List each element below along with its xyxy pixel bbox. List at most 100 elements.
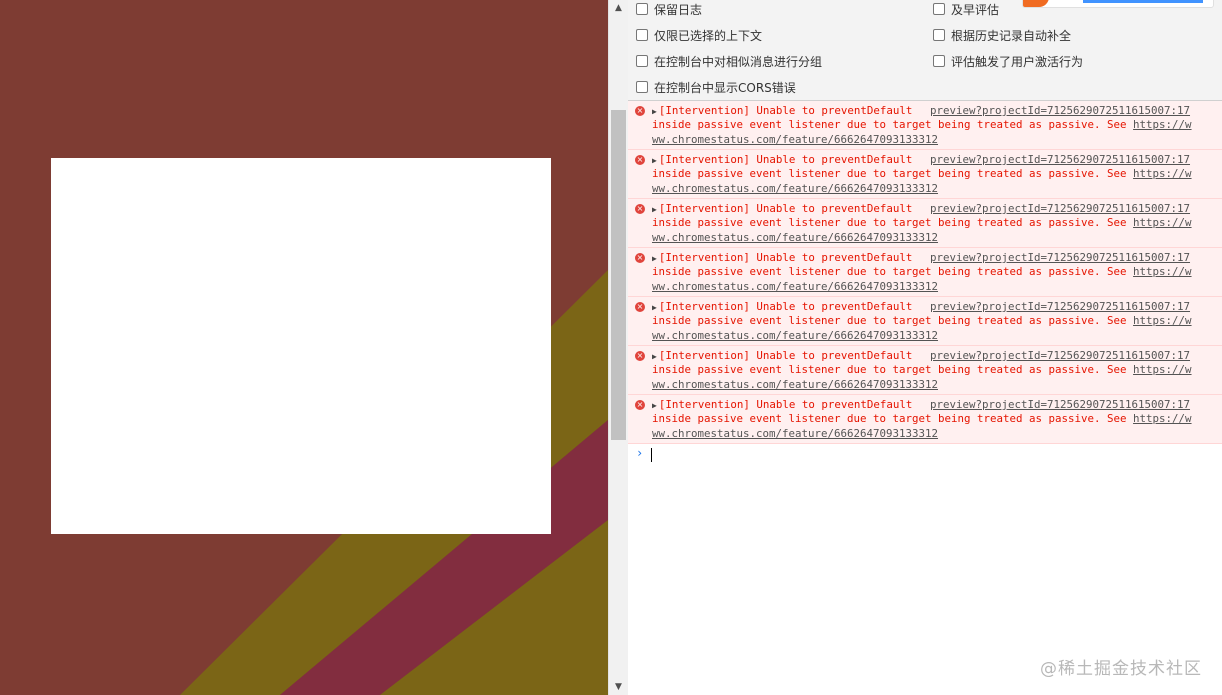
vertical-scrollbar[interactable]: ▲ ▼	[608, 0, 628, 695]
setting-label: 评估触发了用户激活行为	[951, 54, 1084, 69]
error-icon: ×	[635, 106, 645, 116]
message-line-2: inside passive event listener due to tar…	[652, 265, 1192, 279]
setting-label: 保留日志	[654, 2, 703, 17]
chromestatus-link-cont[interactable]: ww.chromestatus.com/feature/666264709313…	[652, 182, 938, 196]
message-title: [Intervention] Unable to preventDefault	[658, 251, 913, 264]
message-line-2: inside passive event listener due to tar…	[652, 314, 1192, 328]
message-line-1: ▶ [Intervention] Unable to preventDefault	[652, 398, 912, 413]
chromestatus-link[interactable]: https://w	[1133, 216, 1192, 229]
scroll-up-arrow-icon[interactable]: ▲	[609, 0, 628, 16]
message-line-1: ▶ [Intervention] Unable to preventDefault	[652, 251, 912, 266]
checkbox[interactable]	[636, 81, 648, 93]
message-title: [Intervention] Unable to preventDefault	[658, 349, 913, 362]
source-link[interactable]: preview?projectId=7125629072511615007:17	[930, 349, 1190, 363]
chromestatus-link-cont[interactable]: ww.chromestatus.com/feature/666264709313…	[652, 378, 938, 392]
setting-label: 仅限已选择的上下文	[654, 28, 763, 43]
source-link[interactable]: preview?projectId=7125629072511615007:17	[930, 202, 1190, 216]
checkbox[interactable]	[636, 29, 648, 41]
juejin-logo-badge	[1022, 0, 1214, 8]
message-text: inside passive event listener due to tar…	[652, 265, 1134, 278]
expand-triangle-icon[interactable]: ▶	[652, 254, 657, 263]
source-link[interactable]: preview?projectId=7125629072511615007:17	[930, 251, 1190, 265]
console-error-message[interactable]: × ▶ [Intervention] Unable to preventDefaul…	[628, 395, 1222, 444]
console-error-message[interactable]: × ▶ [Intervention] Unable to preventDefaul…	[628, 101, 1222, 150]
text-caret	[651, 448, 652, 462]
chromestatus-link[interactable]: https://w	[1133, 265, 1192, 278]
message-text: inside passive event listener due to tar…	[652, 412, 1134, 425]
checkbox[interactable]	[933, 29, 945, 41]
setting-option[interactable]: 根据历史记录自动补全	[933, 26, 1071, 44]
chromestatus-link[interactable]: https://w	[1133, 363, 1192, 376]
expand-triangle-icon[interactable]: ▶	[652, 107, 657, 116]
chromestatus-link-cont[interactable]: ww.chromestatus.com/feature/666264709313…	[652, 231, 938, 245]
error-icon: ×	[635, 253, 645, 263]
setting-label: 在控制台中显示CORS错误	[654, 80, 796, 95]
error-icon: ×	[635, 302, 645, 312]
setting-label: 在控制台中对相似消息进行分组	[654, 54, 823, 69]
page-preview	[0, 0, 608, 695]
white-canvas-card	[51, 158, 551, 534]
setting-option[interactable]: 评估触发了用户激活行为	[933, 52, 1083, 70]
message-line-1: ▶ [Intervention] Unable to preventDefault	[652, 153, 912, 168]
setting-option[interactable]: 在控制台中对相似消息进行分组	[636, 52, 822, 70]
error-icon: ×	[635, 351, 645, 361]
message-line-2: inside passive event listener due to tar…	[652, 167, 1192, 181]
message-title: [Intervention] Unable to preventDefault	[658, 202, 913, 215]
expand-triangle-icon[interactable]: ▶	[652, 205, 657, 214]
chromestatus-link[interactable]: https://w	[1133, 412, 1192, 425]
message-line-2: inside passive event listener due to tar…	[652, 412, 1192, 426]
chromestatus-link-cont[interactable]: ww.chromestatus.com/feature/666264709313…	[652, 280, 938, 294]
devtools-console-panel: 保留日志仅限已选择的上下文在控制台中对相似消息进行分组 在控制台中显示CORS错误…	[628, 0, 1222, 695]
console-prompt[interactable]: ›	[628, 445, 1222, 465]
expand-triangle-icon[interactable]: ▶	[652, 401, 657, 410]
console-error-message[interactable]: × ▶ [Intervention] Unable to preventDefaul…	[628, 199, 1222, 248]
setting-option[interactable]: 仅限已选择的上下文	[636, 26, 762, 44]
message-title: [Intervention] Unable to preventDefault	[658, 398, 913, 411]
message-line-2: inside passive event listener due to tar…	[652, 216, 1192, 230]
error-icon: ×	[635, 155, 645, 165]
checkbox[interactable]	[933, 3, 945, 15]
chromestatus-link[interactable]: https://w	[1133, 314, 1192, 327]
setting-option[interactable]: 及早评估	[933, 0, 999, 18]
logo-blue-mark	[1083, 0, 1203, 3]
setting-option[interactable]: 保留日志	[636, 0, 702, 18]
chromestatus-link-cont[interactable]: ww.chromestatus.com/feature/666264709313…	[652, 329, 938, 343]
checkbox[interactable]	[636, 3, 648, 15]
message-line-2: inside passive event listener due to tar…	[652, 118, 1192, 132]
scroll-thumb[interactable]	[611, 110, 626, 440]
console-error-message[interactable]: × ▶ [Intervention] Unable to preventDefaul…	[628, 248, 1222, 297]
scroll-down-arrow-icon[interactable]: ▼	[609, 679, 628, 695]
message-title: [Intervention] Unable to preventDefault	[658, 153, 913, 166]
message-line-2: inside passive event listener due to tar…	[652, 363, 1192, 377]
checkbox[interactable]	[636, 55, 648, 67]
console-settings: 保留日志仅限已选择的上下文在控制台中对相似消息进行分组 在控制台中显示CORS错误…	[628, 0, 1222, 101]
prompt-chevron-icon: ›	[636, 446, 644, 460]
message-text: inside passive event listener due to tar…	[652, 216, 1134, 229]
chromestatus-link-cont[interactable]: ww.chromestatus.com/feature/666264709313…	[652, 133, 938, 147]
console-error-message[interactable]: × ▶ [Intervention] Unable to preventDefaul…	[628, 297, 1222, 346]
setting-label: 根据历史记录自动补全	[951, 28, 1072, 43]
source-link[interactable]: preview?projectId=7125629072511615007:17	[930, 153, 1190, 167]
expand-triangle-icon[interactable]: ▶	[652, 303, 657, 312]
message-text: inside passive event listener due to tar…	[652, 118, 1134, 131]
message-title: [Intervention] Unable to preventDefault	[658, 104, 913, 117]
setting-option[interactable]: 在控制台中显示CORS错误	[636, 78, 796, 96]
console-error-message[interactable]: × ▶ [Intervention] Unable to preventDefaul…	[628, 346, 1222, 395]
error-icon: ×	[635, 204, 645, 214]
message-line-1: ▶ [Intervention] Unable to preventDefault	[652, 300, 912, 315]
source-link[interactable]: preview?projectId=7125629072511615007:17	[930, 300, 1190, 314]
expand-triangle-icon[interactable]: ▶	[652, 156, 657, 165]
chromestatus-link[interactable]: https://w	[1133, 118, 1192, 131]
source-link[interactable]: preview?projectId=7125629072511615007:17	[930, 398, 1190, 412]
chromestatus-link-cont[interactable]: ww.chromestatus.com/feature/666264709313…	[652, 427, 938, 441]
checkbox[interactable]	[933, 55, 945, 67]
error-icon: ×	[635, 400, 645, 410]
chromestatus-link[interactable]: https://w	[1133, 167, 1192, 180]
message-line-1: ▶ [Intervention] Unable to preventDefault	[652, 349, 912, 364]
message-text: inside passive event listener due to tar…	[652, 314, 1134, 327]
expand-triangle-icon[interactable]: ▶	[652, 352, 657, 361]
logo-orange-mark	[1023, 0, 1049, 7]
console-error-message[interactable]: × ▶ [Intervention] Unable to preventDefaul…	[628, 150, 1222, 199]
source-link[interactable]: preview?projectId=7125629072511615007:17	[930, 104, 1190, 118]
message-line-1: ▶ [Intervention] Unable to preventDefault	[652, 104, 912, 119]
